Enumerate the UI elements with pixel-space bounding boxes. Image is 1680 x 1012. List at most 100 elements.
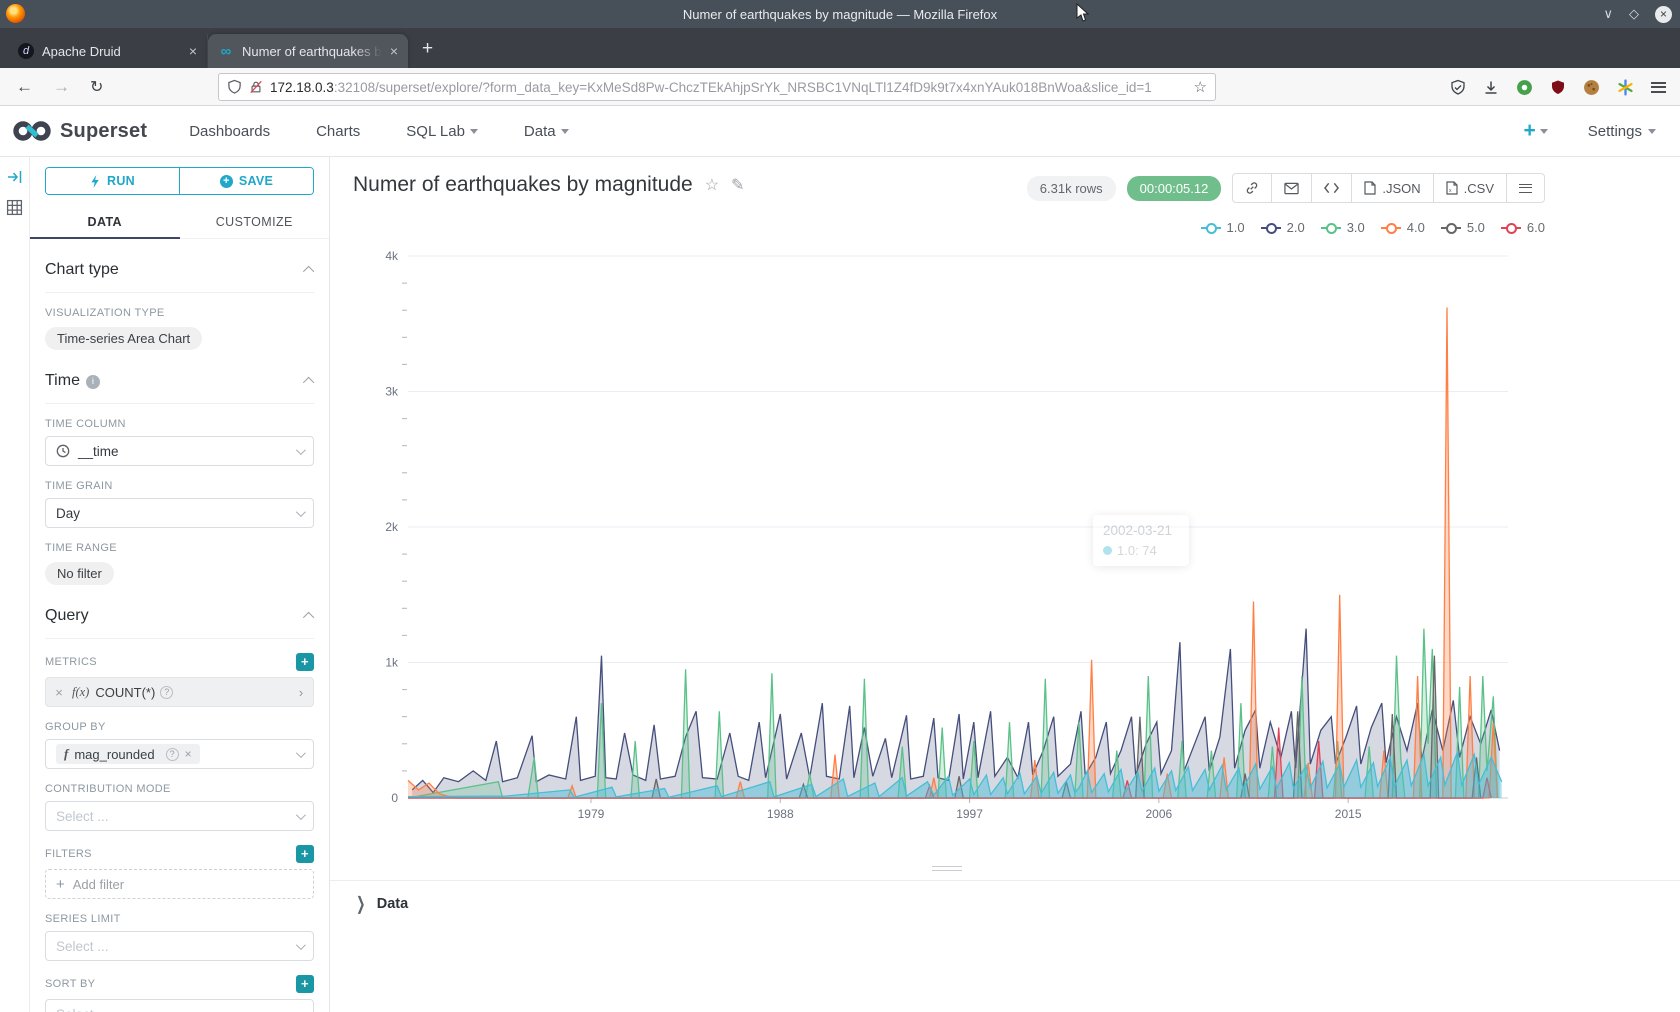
svg-text:3k: 3k [385,385,399,399]
firefox-logo-icon [6,4,25,23]
settings-menu[interactable]: Settings [1588,123,1656,140]
tracking-shield-icon[interactable] [227,79,242,95]
svg-text:1k: 1k [385,656,399,670]
remove-token-icon[interactable]: × [185,747,192,761]
add-filter-plus-button[interactable]: + [296,845,314,863]
chevron-down-icon [296,810,306,820]
nav-dashboards[interactable]: Dashboards [189,123,270,140]
add-sort-by-button[interactable]: + [296,975,314,993]
nav-data-label: Data [524,123,556,140]
tab-data[interactable]: DATA [30,205,180,238]
sort-by-label: SORT BY [45,978,95,990]
time-column-select[interactable]: __time [45,436,314,466]
settings-label: Settings [1588,123,1642,140]
browser-tab-superset[interactable]: ∞ Numer of earthquakes by × [208,34,408,68]
new-item-button[interactable]: + [1524,119,1548,143]
extension-green-icon[interactable] [1516,79,1533,96]
tooltip-series-dot [1103,546,1112,555]
svg-text:4k: 4k [385,249,399,263]
chevron-right-icon[interactable]: › [289,685,313,700]
browser-tabstrip: d Apache Druid × ∞ Numer of earthquakes … [0,28,1680,68]
protection-shield-icon[interactable] [1450,79,1466,96]
svg-text:1979: 1979 [578,807,605,821]
group-by-select[interactable]: f mag_rounded ? × [45,739,314,769]
url-text[interactable]: 172.18.0.3:32108/superset/explore/?form_… [270,80,1187,95]
nav-charts[interactable]: Charts [316,123,360,140]
svg-text:1997: 1997 [956,807,983,821]
minimize-icon[interactable]: ∨ [1603,6,1613,22]
metric-count-token[interactable]: × f(x) COUNT(*) ? › [45,677,314,707]
series-limit-select[interactable]: Select ... [45,931,314,961]
cookie-extension-icon[interactable] [1583,79,1600,96]
chevron-down-icon [296,1008,306,1012]
section-query[interactable]: Query [45,607,314,639]
superset-logo-icon [12,120,52,142]
time-column-value: __time [78,444,119,459]
back-button[interactable]: ← [16,77,33,97]
sort-by-select[interactable]: Select ... [45,999,314,1012]
group-by-label: GROUP BY [45,721,106,733]
multicolor-asterisk-icon[interactable] [1617,79,1634,96]
add-metric-button[interactable]: + [296,653,314,671]
filters-label: FILTERS [45,848,92,860]
chevron-up-icon [303,266,314,277]
forward-button[interactable]: → [53,77,70,97]
section-chart-type[interactable]: Chart type [45,261,314,293]
lightning-icon [90,175,101,188]
collapse-panel-icon[interactable] [7,169,23,185]
browser-tab-apache-druid[interactable]: d Apache Druid × [8,34,208,68]
firefox-menu-icon[interactable] [1651,82,1666,93]
reload-button[interactable]: ↻ [90,77,103,97]
contribution-mode-select[interactable]: Select ... [45,801,314,831]
downloads-icon[interactable] [1483,79,1499,96]
data-panel-toggle[interactable]: ❯ Data [355,895,1680,912]
nav-sql-lab[interactable]: SQL Lab [406,123,478,140]
chevron-down-icon [561,129,569,134]
maximize-icon[interactable]: ◇ [1629,6,1639,22]
svg-text:1988: 1988 [767,807,794,821]
section-title: Query [45,607,89,625]
viz-type-label: VISUALIZATION TYPE [45,307,165,319]
time-column-label: TIME COLUMN [45,418,126,430]
time-range-pill[interactable]: No filter [45,562,114,585]
close-tab-icon[interactable]: × [189,43,197,59]
panel-tabs: DATA CUSTOMIZE [30,205,329,239]
chevron-down-icon [1540,129,1548,134]
time-grain-label: TIME GRAIN [45,480,113,492]
resize-drag-handle[interactable] [932,866,962,874]
time-grain-select[interactable]: Day [45,498,314,528]
tooltip-date: 2002-03-21 [1103,523,1179,538]
question-icon: ? [160,686,173,699]
bookmark-star-icon[interactable]: ☆ [1194,78,1207,96]
add-filter-dropzone[interactable]: + Add filter [45,869,314,899]
url-path: :32108/superset/explore/?form_data_key=K… [334,80,1152,95]
viz-type-pill[interactable]: Time-series Area Chart [45,327,202,350]
group-by-token[interactable]: f mag_rounded ? × [56,744,200,764]
function-icon: f [64,746,68,762]
ublock-shield-icon[interactable] [1550,79,1566,96]
timeseries-area-chart[interactable]: 01k2k3k4k19791988199720062015 [330,157,1680,857]
chevron-up-icon [303,612,314,623]
nav-data[interactable]: Data [524,123,569,140]
datasource-grid-icon[interactable] [6,199,23,216]
run-button[interactable]: RUN [46,168,180,194]
superset-brand[interactable]: Superset [12,120,147,143]
tab-customize[interactable]: CUSTOMIZE [180,205,330,238]
chevron-down-icon [296,445,306,455]
left-icon-rail [0,157,30,1012]
section-time[interactable]: Timei [45,372,314,404]
url-bar[interactable]: 172.18.0.3:32108/superset/explore/?form_… [218,73,1216,101]
metric-value: COUNT(*) [95,685,155,700]
info-icon: i [86,375,100,389]
chevron-down-icon [296,507,306,517]
chevron-down-icon [1648,129,1656,134]
save-button[interactable]: + SAVE [180,168,313,194]
remove-metric-icon[interactable]: × [46,685,72,700]
close-tab-icon[interactable]: × [390,43,398,59]
chevron-down-icon [296,748,306,758]
new-tab-button[interactable]: + [422,38,433,60]
url-host: 172.18.0.3 [270,80,334,95]
close-window-icon[interactable]: × [1655,6,1672,23]
tab-title: Numer of earthquakes by [242,44,382,59]
insecure-lock-icon[interactable] [249,79,263,95]
